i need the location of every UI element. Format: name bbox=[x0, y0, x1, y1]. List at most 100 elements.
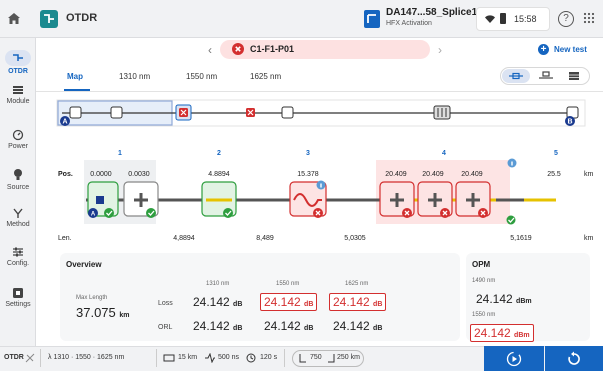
settings-icon bbox=[13, 288, 23, 298]
event-number-3: 3 bbox=[306, 150, 310, 157]
distance2-icon bbox=[328, 354, 335, 363]
loss-1310-value: 24.142 dB bbox=[193, 295, 243, 309]
range-value[interactable]: 15 km bbox=[178, 354, 197, 361]
tab-map[interactable]: Map bbox=[67, 72, 83, 81]
restart-button[interactable] bbox=[545, 346, 603, 371]
file-name[interactable]: DA147...58_Splice1 bbox=[386, 7, 477, 18]
sidebar-item-settings[interactable]: Settings bbox=[0, 287, 36, 308]
sidebar-item-source[interactable]: Source bbox=[0, 168, 36, 191]
wavelengths-setting[interactable]: λ 1310 · 1550 · 1625 nm bbox=[48, 354, 124, 361]
play-icon bbox=[506, 351, 522, 367]
clock: 15:58 bbox=[514, 14, 537, 24]
unit-label: km bbox=[584, 235, 594, 242]
wifi-icon bbox=[485, 15, 495, 23]
distance2-value: 250 km bbox=[337, 354, 360, 361]
marker-b-icon: B bbox=[565, 116, 575, 126]
unit-label: km bbox=[584, 171, 594, 178]
next-trace-chevron-icon[interactable]: › bbox=[438, 43, 442, 57]
overview-event-connector-1 bbox=[69, 106, 82, 119]
app-title: OTDR bbox=[66, 12, 98, 24]
max-length-label: Max Length bbox=[76, 295, 108, 301]
len-label: Len. bbox=[58, 235, 72, 242]
event-connector-fail bbox=[455, 181, 491, 218]
event-splice-pass bbox=[201, 181, 237, 218]
timer-icon bbox=[246, 353, 256, 363]
duration-value[interactable]: 120 s bbox=[260, 354, 277, 361]
plus-icon[interactable]: + bbox=[538, 44, 549, 55]
orl-1310-value: 24.142 dB bbox=[193, 319, 243, 333]
event-number-1: 1 bbox=[118, 150, 122, 157]
sidebar-item-label: Settings bbox=[5, 301, 31, 308]
event-view-icon[interactable] bbox=[538, 70, 554, 82]
column-header-1625nm: 1625 nm bbox=[345, 281, 369, 287]
trace-name: C1-F1-P01 bbox=[250, 44, 295, 54]
length-value: 5,0305 bbox=[344, 235, 366, 242]
home-icon[interactable] bbox=[6, 11, 22, 27]
sidebar-item-label: OTDR bbox=[8, 68, 28, 75]
distance-value: 750 bbox=[310, 354, 322, 361]
info-icon bbox=[507, 158, 517, 168]
max-length-value: 37.075 km bbox=[76, 305, 130, 320]
apps-grid-icon[interactable] bbox=[583, 12, 595, 24]
otdr-app-icon bbox=[40, 10, 58, 28]
tab-1310nm[interactable]: 1310 nm bbox=[119, 72, 150, 81]
loss-label: Loss bbox=[158, 300, 173, 307]
event-connector-pass bbox=[123, 181, 159, 218]
tab-1625nm[interactable]: 1625 nm bbox=[250, 72, 281, 81]
overview-event-fail-2 bbox=[246, 108, 255, 117]
marker-b-label: B bbox=[567, 119, 572, 126]
sidebar-item-label: Module bbox=[6, 98, 30, 105]
event-connector-fail bbox=[417, 181, 453, 218]
error-icon bbox=[232, 43, 244, 55]
orl-label: ORL bbox=[158, 324, 173, 331]
mode-label: OTDR bbox=[4, 354, 24, 361]
position-value: 25.5 bbox=[547, 171, 561, 178]
sidebar-item-power[interactable]: Power bbox=[0, 129, 36, 150]
table-view-icon[interactable] bbox=[568, 71, 580, 81]
sidebar-item-method[interactable]: Method bbox=[0, 207, 36, 228]
event-number-2: 2 bbox=[217, 150, 221, 157]
pass-icon bbox=[506, 215, 516, 225]
column-header-1550nm: 1550 nm bbox=[276, 281, 300, 287]
divider bbox=[284, 349, 285, 367]
event-connector-pass: A bbox=[87, 181, 119, 218]
orl-1550-value: 24.142 dB bbox=[264, 319, 314, 333]
marker-a-icon: A bbox=[60, 116, 70, 126]
sidebar-item-label: Config. bbox=[6, 260, 30, 267]
max-length-unit: km bbox=[119, 312, 130, 319]
length-value: 5,1619 bbox=[510, 235, 532, 242]
marker-a-label: A bbox=[91, 212, 96, 218]
loss-1550-value-fail: 24.142 dB bbox=[260, 293, 318, 311]
config-icon bbox=[13, 247, 23, 257]
position-value: 0.0030 bbox=[128, 171, 150, 178]
otdr-icon bbox=[5, 50, 31, 66]
overview-event-fail-1 bbox=[175, 104, 192, 121]
event-number-5: 5 bbox=[554, 150, 558, 157]
sidebar-item-otdr[interactable]: OTDR bbox=[0, 50, 36, 75]
file-subtitle: HFX Activation bbox=[386, 20, 432, 27]
position-value: 15.378 bbox=[297, 171, 319, 178]
pulse-icon bbox=[205, 353, 215, 363]
orl-1625-value: 24.142 dB bbox=[333, 319, 383, 333]
new-test-button[interactable]: New test bbox=[554, 45, 587, 54]
loss-1625-value-fail: 24.142 dB bbox=[329, 293, 387, 311]
link-overview-strip[interactable]: A B bbox=[56, 98, 586, 128]
sidebar-item-module[interactable]: Module bbox=[0, 84, 36, 105]
overview-event-splitter bbox=[433, 105, 451, 120]
overview-title: Overview bbox=[66, 260, 102, 269]
file-icon[interactable] bbox=[364, 10, 380, 28]
method-icon bbox=[13, 208, 23, 218]
start-test-button[interactable] bbox=[484, 346, 544, 371]
sidebar-item-label: Source bbox=[6, 184, 30, 191]
sidebar-item-config[interactable]: Config. bbox=[0, 246, 36, 267]
link-map: 1 2 3 4 5 Pos. 0.0000 0.0030 4.8894 15.3… bbox=[58, 150, 594, 242]
opm-value-1490: 24.142 dBm bbox=[476, 292, 532, 306]
tab-1550nm[interactable]: 1550 nm bbox=[186, 72, 217, 81]
event-connector-fail bbox=[379, 181, 415, 218]
linear-view-icon[interactable] bbox=[508, 71, 524, 81]
help-icon[interactable]: ? bbox=[558, 11, 574, 27]
event-bend-fail bbox=[289, 180, 327, 218]
column-header-1310nm: 1310 nm bbox=[206, 281, 230, 287]
previous-trace-chevron-icon[interactable]: ‹ bbox=[208, 43, 212, 57]
pulse-value[interactable]: 500 ns bbox=[218, 354, 239, 361]
